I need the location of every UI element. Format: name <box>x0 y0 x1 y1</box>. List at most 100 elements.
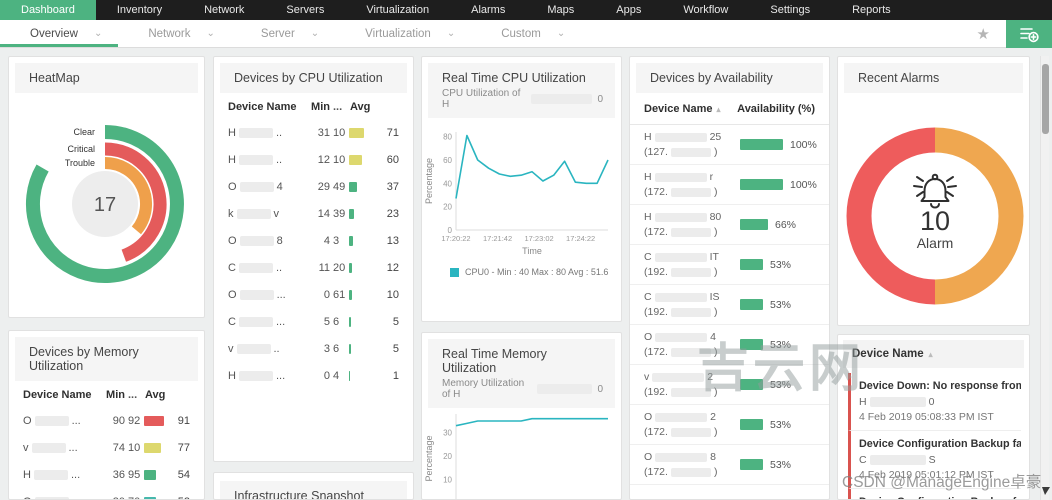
topnav-item[interactable]: Dashboard <box>0 0 96 20</box>
col-min: Min <box>95 389 125 401</box>
svg-text:17:20:22: 17:20:22 <box>441 234 470 243</box>
avg-bar <box>349 128 364 138</box>
topnav-item[interactable]: Servers <box>265 0 345 20</box>
table-row[interactable]: O... 90 92 91 <box>23 407 192 434</box>
redacted-text <box>671 308 711 317</box>
topnav-item[interactable]: Reports <box>831 0 912 20</box>
redacted-text <box>655 413 707 422</box>
vertical-scrollbar[interactable] <box>1040 56 1049 500</box>
table-row[interactable]: C.. 11 20 12 <box>228 254 401 281</box>
table-header[interactable]: Device Name ▴ <box>843 340 1024 368</box>
availability-percent: 53% <box>770 379 791 391</box>
memory-line-chart[interactable]: 010203017:20:2417:21:4417:23:0417:24:24T… <box>422 410 619 500</box>
table-row[interactable]: Hr (172.) 100% <box>630 165 829 205</box>
alarms-donut-chart[interactable]: 10 Alarm <box>838 93 1029 325</box>
table-row[interactable]: C... 5 6 5 <box>228 308 401 335</box>
table-row[interactable]: H25 (127.) 100% <box>630 125 829 165</box>
table-row[interactable]: kv 14 39 23 <box>228 200 401 227</box>
col-min: Min <box>300 101 330 113</box>
table-row[interactable]: O... 30 70 52 <box>23 488 192 500</box>
redacted-text <box>240 290 274 300</box>
chevron-down-icon[interactable]: ⌄ <box>557 29 565 39</box>
alarm-bell-icon <box>914 175 956 208</box>
tab-label: Server <box>261 28 295 40</box>
topnav-item[interactable]: Apps <box>595 0 662 20</box>
dashboard-view-tab[interactable]: Server ⌄ <box>231 20 335 47</box>
avg-bar <box>144 470 156 480</box>
topnav-item[interactable]: Workflow <box>662 0 749 20</box>
table-row[interactable]: O2 (172.) 53% <box>630 405 829 445</box>
table-row[interactable]: H.. 12 10 60 <box>228 146 401 173</box>
topnav-item[interactable]: Virtualization <box>345 0 450 20</box>
topnav-item[interactable]: Network <box>183 0 265 20</box>
alarm-entry[interactable]: Device Configuration Backup failed for 1… <box>848 489 1021 500</box>
card-title: Infrastructure Snapshot <box>234 489 395 500</box>
redacted-text <box>655 133 707 142</box>
table-row[interactable]: O8 (172.) 53% <box>630 445 829 485</box>
svg-text:30: 30 <box>443 429 452 438</box>
topnav-item[interactable]: Settings <box>749 0 831 20</box>
redacted-text <box>240 182 274 192</box>
table-row[interactable]: CIT (192.) 53% <box>630 245 829 285</box>
chevron-down-icon[interactable]: ⌄ <box>94 29 102 39</box>
avg-bar <box>349 344 351 354</box>
tab-label: Overview <box>30 28 78 40</box>
dashboard-view-tab[interactable]: Custom ⌄ <box>471 20 581 47</box>
avg-bar <box>349 317 351 327</box>
card-title: HeatMap <box>29 71 186 85</box>
scrollbar-thumb[interactable] <box>1042 64 1049 134</box>
dashboard-view-tab[interactable]: Network ⌄ <box>118 20 231 47</box>
sort-caret-icon[interactable]: ▴ <box>929 350 933 359</box>
avg-bar <box>349 236 353 246</box>
dashboard-tab-bar: Overview ⌄ Network ⌄ Server ⌄ Virtualiza… <box>0 20 1052 48</box>
redacted-text <box>237 209 271 219</box>
add-widget-button[interactable] <box>1006 20 1052 48</box>
table-row[interactable]: H... 36 95 54 <box>23 461 192 488</box>
chevron-down-icon[interactable]: ⌄ <box>207 29 215 39</box>
col-avg: Avg <box>141 389 192 401</box>
topnav-item[interactable]: Inventory <box>96 0 183 20</box>
availability-percent: 53% <box>770 339 791 351</box>
table-row[interactable]: H80 (172.) 66% <box>630 205 829 245</box>
topnav-item[interactable]: Alarms <box>450 0 526 20</box>
devices-by-cpu-card: Devices by CPU Utilization Device Name M… <box>213 56 414 462</box>
alarm-entry[interactable]: Device Configuration Backup failed for 1… <box>848 431 1021 489</box>
infrastructure-snapshot-card: Infrastructure Snapshot <box>213 472 414 500</box>
table-row[interactable]: O4 (172.) 53% <box>630 325 829 365</box>
table-row[interactable]: v.. 3 6 5 <box>228 335 401 362</box>
card-title: Devices by Memory Utilization <box>29 345 186 373</box>
cpu-line-chart[interactable]: 02040608017:20:2217:21:4217:23:0217:24:2… <box>422 120 619 260</box>
table-row[interactable]: O4 29 49 37 <box>228 173 401 200</box>
avg-bar <box>349 263 352 273</box>
svg-text:17: 17 <box>94 194 116 216</box>
redacted-text <box>671 388 711 397</box>
alarm-entry[interactable]: Device Down: No response from device f..… <box>848 373 1021 431</box>
table-row[interactable]: O8 4 3 13 <box>228 227 401 254</box>
redacted-text <box>239 155 273 165</box>
alarm-message: Device Configuration Backup failed for 1… <box>859 496 1021 500</box>
alarm-message: Device Configuration Backup failed for 1… <box>859 438 1021 450</box>
sort-caret-icon[interactable]: ▴ <box>717 105 721 114</box>
chevron-down-icon[interactable]: ⌄ <box>447 29 455 39</box>
availability-percent: 53% <box>770 419 791 431</box>
dashboard-view-tab[interactable]: Overview ⌄ <box>0 20 118 47</box>
availability-bar <box>740 339 763 350</box>
col-device-name[interactable]: Device Name▴ <box>644 103 721 115</box>
table-row[interactable]: v2 (192.) 53% <box>630 365 829 405</box>
table-row[interactable]: v... 74 10 77 <box>23 434 192 461</box>
recent-alarms-card: Recent Alarms 10 Alarm <box>837 56 1030 326</box>
redacted-text <box>531 94 592 104</box>
devices-by-availability-card: Devices by Availability Device Name▴ Ava… <box>629 56 830 500</box>
topnav-item[interactable]: Maps <box>526 0 595 20</box>
chevron-down-icon[interactable]: ⌄ <box>311 29 319 39</box>
table-row[interactable]: H.. 31 10 71 <box>228 119 401 146</box>
dashboard-view-tab[interactable]: Virtualization ⌄ <box>335 20 471 47</box>
favorite-star-icon[interactable]: ★ <box>977 25 990 43</box>
svg-text:40: 40 <box>443 179 452 188</box>
alarm-device-name: H0 <box>859 396 1021 408</box>
table-row[interactable]: H... 0 4 1 <box>228 362 401 389</box>
table-row[interactable]: CIS (192.) 53% <box>630 285 829 325</box>
heatmap-donut-chart[interactable]: ClearCriticalTrouble17 <box>9 93 204 317</box>
table-row[interactable]: O... 0 61 10 <box>228 281 401 308</box>
avg-bar <box>349 371 350 381</box>
